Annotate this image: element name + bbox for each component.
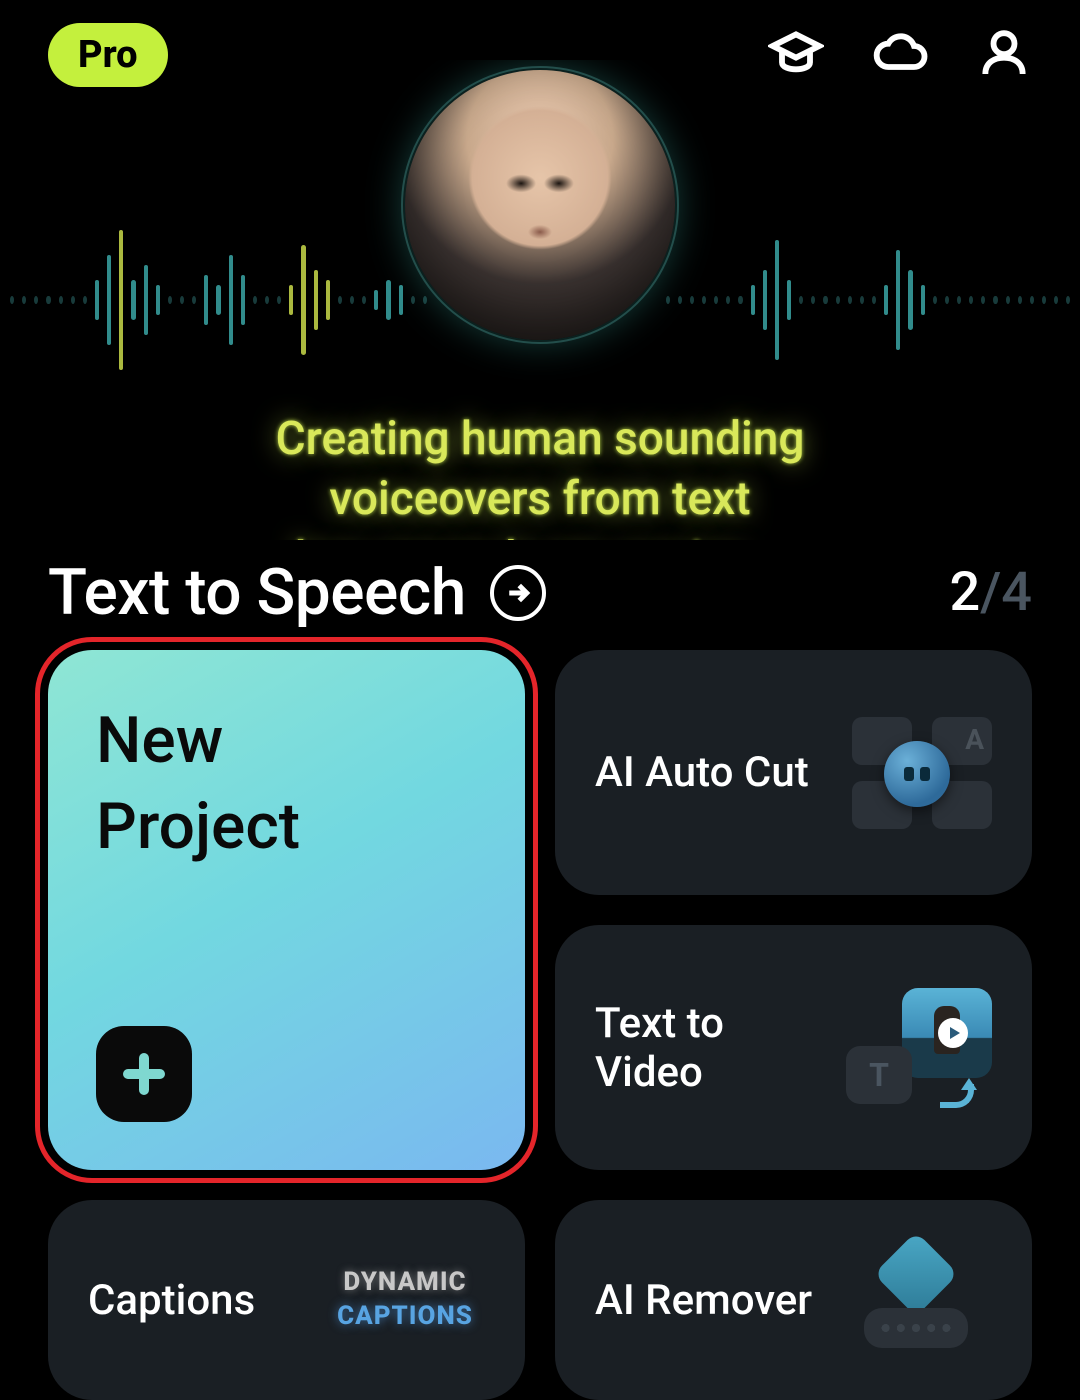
ai-auto-cut-label: AI Auto Cut [595, 748, 809, 797]
profile-icon[interactable] [976, 25, 1032, 85]
app-header: Pro [0, 0, 1080, 110]
captions-tile[interactable]: Captions DYNAMIC CAPTIONS [48, 1200, 525, 1400]
text-to-video-icon: T [842, 988, 992, 1108]
ai-remover-tile[interactable]: AI Remover [555, 1200, 1032, 1400]
captions-icon: DYNAMIC CAPTIONS [325, 1266, 485, 1334]
ai-remover-label: AI Remover [595, 1276, 812, 1325]
ai-auto-cut-icon: A [842, 713, 992, 833]
model-avatar [405, 70, 675, 340]
pro-badge[interactable]: Pro [48, 23, 168, 87]
go-arrow-icon[interactable] [490, 565, 546, 621]
feature-grid: New Project AI Auto Cut A Text to Video … [48, 650, 1032, 1370]
header-actions [768, 25, 1032, 85]
cloud-icon[interactable] [872, 25, 928, 85]
new-project-label: New Project [96, 698, 477, 871]
ai-remover-icon [842, 1240, 992, 1360]
text-to-video-label: Text to Video [595, 999, 842, 1097]
new-project-card[interactable]: New Project [48, 650, 525, 1170]
hero-banner[interactable]: Creating human sounding voiceovers from … [0, 60, 1080, 540]
plus-icon [96, 1026, 192, 1122]
section-title: Text to Speech [48, 555, 466, 630]
carousel-pager: 2/4 [950, 561, 1032, 624]
section-title-row: Text to Speech 2/4 [48, 555, 1032, 630]
ai-auto-cut-tile[interactable]: AI Auto Cut A [555, 650, 1032, 895]
tutorials-icon[interactable] [768, 25, 824, 85]
captions-label: Captions [88, 1276, 255, 1325]
hero-tagline: Creating human sounding voiceovers from … [0, 410, 1080, 540]
text-to-video-tile[interactable]: Text to Video T [555, 925, 1032, 1170]
